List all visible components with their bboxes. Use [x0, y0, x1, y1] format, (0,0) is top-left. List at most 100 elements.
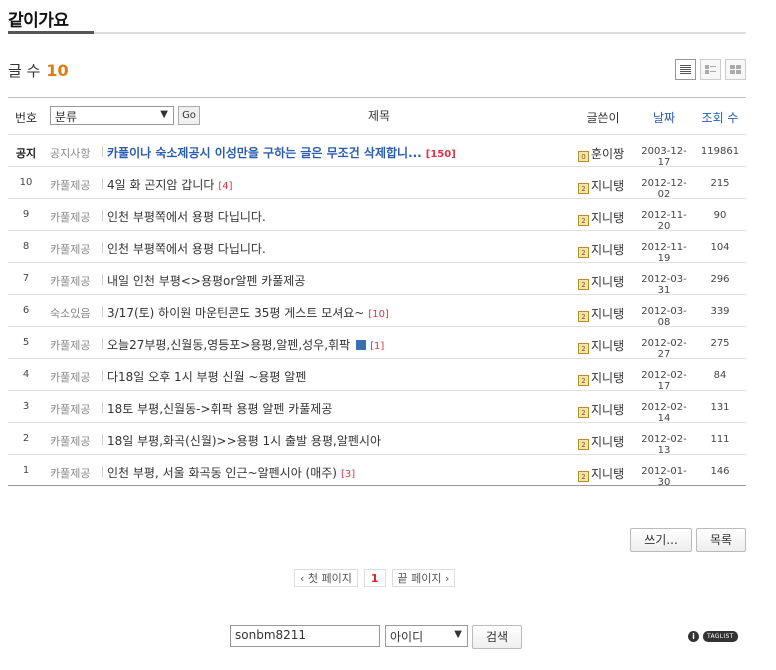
post-category[interactable]: 카풀제공	[50, 465, 102, 481]
list-view-button[interactable]	[675, 59, 696, 80]
post-title[interactable]: 18일 부평,화곡(신월)>>용평 1시 출발 용평,알펜시아	[107, 432, 385, 449]
member-level-icon: 2	[578, 471, 589, 482]
post-category[interactable]: 카풀제공	[50, 241, 102, 257]
divider	[102, 466, 103, 477]
post-number: 10	[19, 177, 33, 188]
comment-count[interactable]: [150]	[426, 149, 456, 160]
post-author[interactable]: 2 지니탱	[578, 337, 624, 354]
post-title[interactable]: 3/17(토) 하이원 마운틴콘도 35평 게스트 모셔요~ [10]	[107, 304, 389, 321]
post-views: 131	[710, 402, 730, 413]
post-author-name[interactable]: 지니탱	[591, 211, 624, 225]
post-author-name[interactable]: 지니탱	[591, 307, 624, 321]
taglist-badge[interactable]: TAGLIST	[703, 631, 738, 642]
post-title[interactable]: 인천 부평, 서울 화곡동 인근~알펜시아 (매주) [3]	[107, 464, 355, 481]
post-title-text[interactable]: 4일 화 곤지암 갑니다	[107, 178, 214, 192]
post-category[interactable]: 카풀제공	[50, 209, 102, 225]
comment-count[interactable]: [10]	[368, 309, 389, 320]
post-author[interactable]: 2 지니탱	[578, 433, 624, 450]
post-title-text[interactable]: 인천 부평, 서울 화곡동 인근~알펜시아 (매주)	[107, 466, 337, 480]
info-icon[interactable]: i	[688, 631, 699, 642]
post-title[interactable]: 인천 부평쪽에서 용평 다닙니다.	[107, 240, 270, 257]
post-author-name[interactable]: 지니탱	[591, 275, 624, 289]
post-category[interactable]: 카풀제공	[50, 433, 102, 449]
post-title-text[interactable]: 오늘27부평,신월동,영등포>용평,알펜,성우,휘팍	[107, 338, 350, 352]
list-view-icon	[680, 65, 691, 74]
header-views-sort[interactable]: 조회 수	[696, 109, 744, 126]
post-date: 2012-03-31	[641, 274, 687, 296]
post-category[interactable]: 공지사항	[50, 145, 102, 161]
member-level-icon: 2	[578, 311, 589, 322]
post-author-name[interactable]: 지니탱	[591, 371, 624, 385]
header-date-sort[interactable]: 날짜	[638, 109, 690, 126]
post-title-text[interactable]: 3/17(토) 하이원 마운틴콘도 35평 게스트 모셔요~	[107, 306, 364, 320]
post-title-text[interactable]: 인천 부평쪽에서 용평 다닙니다.	[107, 210, 266, 224]
post-author-name[interactable]: 지니탱	[591, 435, 624, 449]
gallery-view-button[interactable]	[725, 59, 746, 80]
post-category[interactable]: 카풀제공	[50, 177, 102, 193]
post-views: 111	[710, 434, 730, 445]
post-category[interactable]: 카풀제공	[50, 369, 102, 385]
post-author[interactable]: 2 지니탱	[578, 273, 624, 290]
table-row: 10 카풀제공 4일 화 곤지암 갑니다 [4] 2 지니탱 2012-12-02 …	[8, 166, 746, 200]
post-category[interactable]: 카풀제공	[50, 273, 102, 289]
post-title-text[interactable]: 카풀이나 숙소제공시 이성만을 구하는 글은 무조건 삭제합니...	[107, 146, 422, 160]
post-author-name[interactable]: 지니탱	[591, 403, 624, 417]
post-author[interactable]: 2 지니탱	[578, 241, 624, 258]
post-views: 84	[713, 370, 727, 381]
post-title[interactable]: 카풀이나 숙소제공시 이성만을 구하는 글은 무조건 삭제합니... [150]	[107, 144, 456, 161]
comment-count[interactable]: [4]	[218, 181, 232, 192]
first-page-link[interactable]: ‹ 첫 페이지	[294, 569, 358, 587]
webzine-view-button[interactable]	[700, 59, 721, 80]
post-author[interactable]: 0 훈이짱	[578, 145, 624, 162]
post-author-name[interactable]: 지니탱	[591, 243, 624, 257]
post-author[interactable]: 2 지니탱	[578, 209, 624, 226]
post-title[interactable]: 인천 부평쪽에서 용평 다닙니다.	[107, 208, 270, 225]
header-author: 글쓴이	[586, 111, 620, 125]
post-date: 2012-11-20	[641, 210, 687, 232]
post-title[interactable]: 4일 화 곤지암 갑니다 [4]	[107, 176, 233, 193]
post-author[interactable]: 2 지니탱	[578, 401, 624, 418]
table-row: 4 카풀제공 다18일 오후 1시 부평 신월 ~용평 알펜 2 지니탱 2012…	[8, 358, 746, 392]
post-author[interactable]: 2 지니탱	[578, 465, 624, 482]
category-go-button[interactable]: Go	[178, 106, 200, 125]
post-title[interactable]: 오늘27부평,신월동,영등포>용평,알펜,성우,휘팍 [1]	[107, 336, 384, 353]
divider	[102, 146, 103, 157]
category-select[interactable]: 분류 ▼	[50, 106, 174, 125]
post-count-label: 글 수	[8, 62, 41, 80]
post-number: 6	[22, 305, 30, 316]
search-input[interactable]: sonbm8211	[230, 625, 380, 647]
member-level-icon: 2	[578, 439, 589, 450]
post-title[interactable]: 18토 부평,신월동->휘팍 용평 알펜 카풀제공	[107, 400, 336, 417]
post-author-name[interactable]: 지니탱	[591, 179, 624, 193]
post-author-name[interactable]: 훈이짱	[591, 147, 624, 161]
post-author-name[interactable]: 지니탱	[591, 467, 624, 481]
post-title-text[interactable]: 18일 부평,화곡(신월)>>용평 1시 출발 용평,알펜시아	[107, 434, 381, 448]
post-title[interactable]: 내일 인천 부평<>용평or알펜 카풀제공	[107, 272, 309, 289]
post-title-text[interactable]: 다18일 오후 1시 부평 신월 ~용평 알펜	[107, 370, 306, 384]
search-field-select[interactable]: 아이디 ▼	[385, 625, 468, 647]
post-title[interactable]: 다18일 오후 1시 부평 신월 ~용평 알펜	[107, 368, 310, 385]
post-author[interactable]: 2 지니탱	[578, 305, 624, 322]
post-views: 339	[710, 306, 730, 317]
post-category[interactable]: 숙소있음	[50, 305, 102, 321]
comment-count[interactable]: [3]	[341, 469, 355, 480]
post-title-text[interactable]: 내일 인천 부평<>용평or알펜 카풀제공	[107, 274, 305, 288]
post-author[interactable]: 2 지니탱	[578, 369, 624, 386]
post-author[interactable]: 2 지니탱	[578, 177, 624, 194]
dropdown-arrow-icon: ▼	[160, 109, 168, 120]
current-page[interactable]: 1	[363, 569, 386, 587]
post-count: 글 수 10	[8, 60, 69, 81]
comment-count[interactable]: [1]	[370, 341, 384, 352]
post-title-text[interactable]: 인천 부평쪽에서 용평 다닙니다.	[107, 242, 266, 256]
last-page-link[interactable]: 끝 페이지 ›	[391, 569, 456, 587]
search-button[interactable]: 검색	[472, 625, 522, 649]
table-row: 8 카풀제공 인천 부평쪽에서 용평 다닙니다. 2 지니탱 2012-11-19…	[8, 230, 746, 264]
write-button[interactable]: 쓰기...	[630, 528, 692, 552]
post-category[interactable]: 카풀제공	[50, 401, 102, 417]
divider	[102, 178, 103, 189]
post-category[interactable]: 카풀제공	[50, 337, 102, 353]
post-author-name[interactable]: 지니탱	[591, 339, 624, 353]
post-title-text[interactable]: 18토 부평,신월동->휘팍 용평 알펜 카풀제공	[107, 402, 332, 416]
list-button[interactable]: 목록	[696, 528, 746, 552]
post-views: 90	[713, 210, 727, 221]
